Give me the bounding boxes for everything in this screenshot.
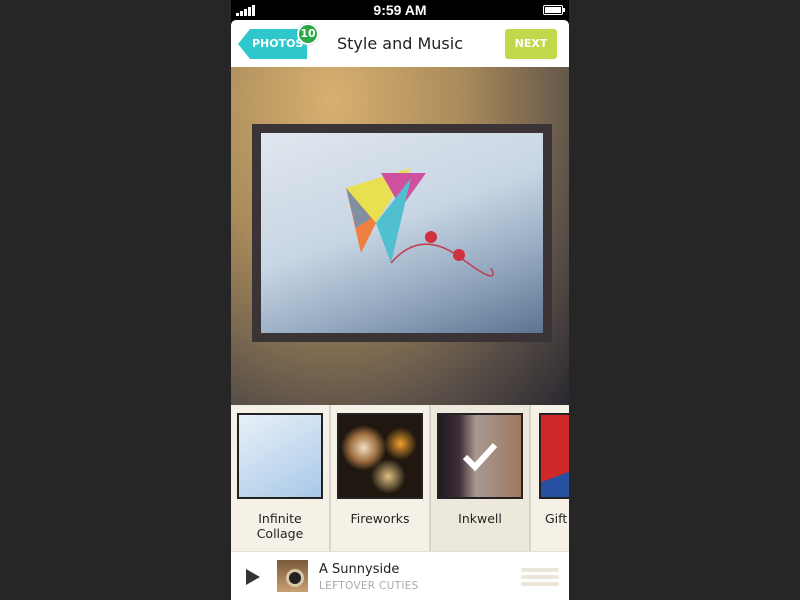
status-time: 9:59 AM [373,2,427,18]
play-icon[interactable] [246,569,260,585]
next-button[interactable]: NEXT [505,29,557,59]
style-thumbnail [337,413,423,499]
style-picker: Infinite Collage Fireworks Inkwell Gift [231,405,569,551]
style-label: Fireworks [350,511,410,526]
album-art [277,560,308,592]
style-option-gift[interactable]: Gift [531,405,569,551]
style-label: Gift [545,511,568,526]
style-option-inkwell[interactable]: Inkwell [431,405,531,551]
style-thumbnail [237,413,323,499]
battery-icon [543,5,565,15]
status-bar: 9:59 AM [231,0,569,20]
style-option-fireworks[interactable]: Fireworks [331,405,431,551]
preview-photo [231,67,569,405]
style-label: Infinite Collage [256,511,304,541]
music-player: A Sunnyside LEFTOVER CUTIES [231,551,569,600]
photo-count-badge: 10 [297,23,319,45]
hamburger-icon[interactable] [521,568,559,589]
photo-frame [252,124,552,342]
style-label: Inkwell [458,511,502,526]
style-option-infinite-collage[interactable]: Infinite Collage [231,405,331,551]
checkmark-icon [462,442,498,472]
song-title: A Sunnyside [319,562,400,577]
kite-image [346,168,494,277]
style-thumbnail [539,413,569,499]
phone-screen: 9:59 AM Style and Music PHOTOS 10 NEXT I… [231,0,569,600]
nav-header: Style and Music PHOTOS 10 NEXT [231,20,569,67]
artist-name: LEFTOVER CUTIES [319,580,419,592]
signal-bars-icon [236,5,255,16]
style-thumbnail [437,413,523,499]
